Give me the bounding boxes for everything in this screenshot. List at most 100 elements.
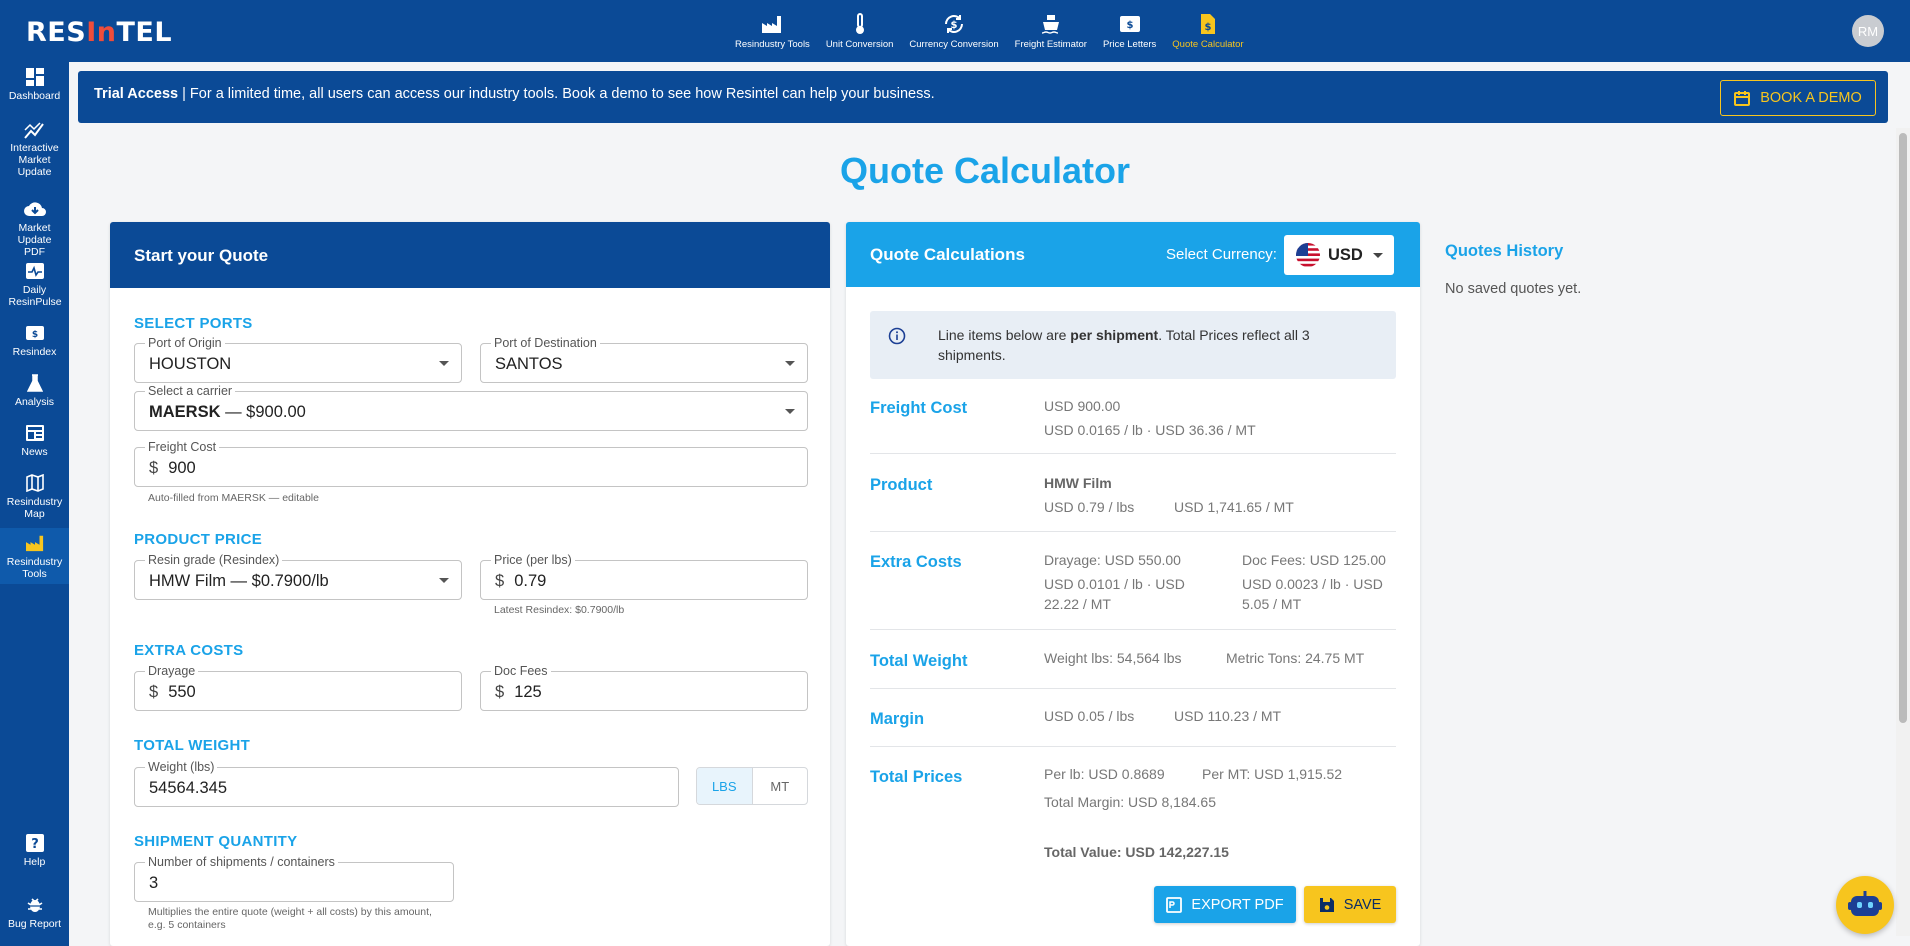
margin-per-mt: USD 110.23 / MT: [1174, 708, 1282, 724]
field-value: $900: [149, 459, 196, 477]
info-notice: Line items below are per shipment. Total…: [870, 311, 1396, 379]
freight-cost-detail: USD 0.0165 / lb · USD 36.36 / MT: [1044, 422, 1256, 438]
field-value: 54564.345: [149, 779, 227, 797]
sidebar: Dashboard Interactive Market Update Mark…: [0, 62, 69, 946]
sidebar-item-resindustry-map[interactable]: Resindustry Map: [0, 472, 69, 520]
drayage-input[interactable]: Drayage $550: [134, 664, 462, 711]
section-shipment-quantity: SHIPMENT QUANTITY: [134, 833, 298, 850]
pulse-icon: [24, 260, 46, 282]
divider: [870, 688, 1396, 689]
chart-line-icon: [23, 118, 46, 140]
currency-value: USD: [1328, 245, 1363, 264]
doc-fees-detail: USD 0.0023 / lb · USD 5.05 / MT: [1242, 576, 1383, 612]
sidebar-item-news[interactable]: News: [0, 422, 69, 458]
sidebar-item-help[interactable]: ? Help: [0, 832, 69, 868]
sidebar-item-resindustry-tools[interactable]: Resindustry Tools: [0, 528, 69, 584]
field-value: $125: [495, 683, 542, 701]
quote-calculations-card: Quote Calculations Select Currency: USD …: [846, 222, 1420, 946]
topnav-label: Price Letters: [1102, 39, 1157, 50]
quote-calculations-header: Quote Calculations Select Currency: USD: [846, 222, 1420, 287]
sidebar-item-label: Resindustry Map: [6, 496, 63, 520]
field-label: Doc Fees: [491, 664, 551, 678]
freight-cost-input[interactable]: Freight Cost $900: [134, 440, 808, 487]
svg-text:$: $: [31, 330, 37, 340]
caret-down-icon: [785, 409, 795, 414]
field-label: Price (per lbs): [491, 553, 575, 567]
sidebar-item-market-update-pdf[interactable]: Market Update PDF: [0, 198, 69, 258]
sidebar-item-label: Help: [23, 856, 46, 868]
svg-text:$: $: [1204, 22, 1211, 33]
factory-icon: [760, 12, 784, 36]
start-quote-title: Start your Quote: [110, 222, 830, 288]
topnav-unit-conversion[interactable]: Unit Conversion: [826, 12, 893, 50]
currency-exchange-icon: $: [942, 12, 966, 36]
resin-grade-select[interactable]: Resin grade (Resindex) HMW Film — $0.790…: [134, 553, 462, 600]
weight-input[interactable]: Weight (lbs) 54564.345: [134, 760, 679, 807]
sidebar-item-dashboard[interactable]: Dashboard: [0, 66, 69, 102]
caret-down-icon: [439, 361, 449, 366]
news-icon: [24, 422, 46, 444]
doc-fees-input[interactable]: Doc Fees $125: [480, 664, 808, 711]
total-per-lb: Per lb: USD 0.8689: [1044, 766, 1165, 782]
resintel-logo[interactable]: RESInTEL: [26, 17, 172, 48]
topnav-label: Resindustry Tools: [735, 39, 810, 50]
quotes-history-title: Quotes History: [1445, 242, 1564, 260]
port-destination-select[interactable]: Port of Destination SANTOS: [480, 336, 808, 383]
topnav-quote-calculator[interactable]: $ Quote Calculator: [1172, 12, 1244, 50]
svg-text:$: $: [1126, 20, 1133, 31]
sidebar-item-label: Dashboard: [8, 90, 61, 102]
save-label: SAVE: [1343, 896, 1382, 913]
field-label: Freight Cost: [145, 440, 220, 454]
us-flag-icon: [1296, 243, 1320, 267]
sidebar-item-daily-resinpulse[interactable]: Daily ResinPulse: [0, 260, 69, 308]
field-value: $550: [149, 683, 196, 701]
port-origin-select[interactable]: Port of Origin HOUSTON: [134, 336, 462, 383]
unit-lbs-button[interactable]: LBS: [697, 768, 753, 804]
topnav-label: Quote Calculator: [1172, 39, 1244, 50]
shipment-quantity-input[interactable]: Number of shipments / containers 3: [134, 855, 454, 902]
weight-unit-toggle: LBS MT: [696, 767, 808, 805]
field-label: Select a carrier: [145, 384, 236, 398]
divider: [870, 629, 1396, 630]
total-value: Total Value: USD 142,227.15: [1044, 844, 1229, 860]
avatar[interactable]: RM: [1852, 15, 1884, 47]
sidebar-item-bug-report[interactable]: Bug Report: [0, 894, 69, 930]
shipment-helper-text: Multiplies the entire quote (weight + al…: [148, 906, 432, 931]
topnav-currency-conversion[interactable]: $ Currency Conversion: [909, 12, 999, 50]
freight-helper-text: Auto-filled from MAERSK — editable: [148, 492, 319, 504]
topnav-resindustry-tools[interactable]: Resindustry Tools: [735, 12, 810, 50]
chatbot-button[interactable]: [1836, 876, 1894, 934]
field-value: MAERSK — $900.00: [149, 403, 306, 421]
field-label: Port of Destination: [491, 336, 600, 350]
topnav-price-letters[interactable]: $ Price Letters: [1103, 12, 1156, 50]
save-button[interactable]: SAVE: [1304, 886, 1396, 923]
sidebar-item-resindex[interactable]: $ Resindex: [0, 322, 69, 358]
total-per-mt: Per MT: USD 1,915.52: [1202, 766, 1343, 782]
topnav-freight-estimator[interactable]: Freight Estimator: [1015, 12, 1087, 50]
product-per-mt: USD 1,741.65 / MT: [1174, 499, 1294, 515]
quotes-history-empty: No saved quotes yet.: [1445, 281, 1582, 297]
price-tag-icon: $: [1118, 12, 1142, 36]
cloud-download-icon: [23, 198, 46, 220]
total-prices-label: Total Prices: [870, 768, 963, 786]
field-label: Resin grade (Resindex): [145, 553, 283, 567]
drayage-value: Drayage: USD 550.00: [1044, 552, 1181, 568]
price-helper-text: Latest Resindex: $0.7900/lb: [494, 604, 625, 616]
topnav-label: Currency Conversion: [909, 39, 999, 50]
book-demo-button[interactable]: BOOK A DEMO: [1720, 80, 1876, 116]
page-scrollbar-thumb[interactable]: [1899, 133, 1907, 723]
trial-banner: Trial Access | For a limited time, all u…: [78, 71, 1888, 123]
field-value: HMW Film — $0.7900/lb: [149, 572, 329, 590]
flask-icon: [24, 372, 46, 394]
carrier-select[interactable]: Select a carrier MAERSK — $900.00: [134, 384, 808, 431]
product-name: HMW Film: [1044, 475, 1112, 491]
calendar-icon: [1734, 91, 1751, 106]
thermometer-icon: [848, 12, 872, 36]
unit-mt-button[interactable]: MT: [753, 768, 808, 804]
top-bar: RESInTEL Resindustry Tools Unit Conversi…: [0, 0, 1910, 62]
sidebar-item-analysis[interactable]: Analysis: [0, 372, 69, 408]
field-label: Number of shipments / containers: [145, 855, 338, 869]
price-per-lbs-input[interactable]: Price (per lbs) $0.79: [480, 553, 808, 600]
export-pdf-button[interactable]: EXPORT PDF: [1154, 886, 1296, 923]
currency-select[interactable]: USD: [1284, 235, 1394, 275]
